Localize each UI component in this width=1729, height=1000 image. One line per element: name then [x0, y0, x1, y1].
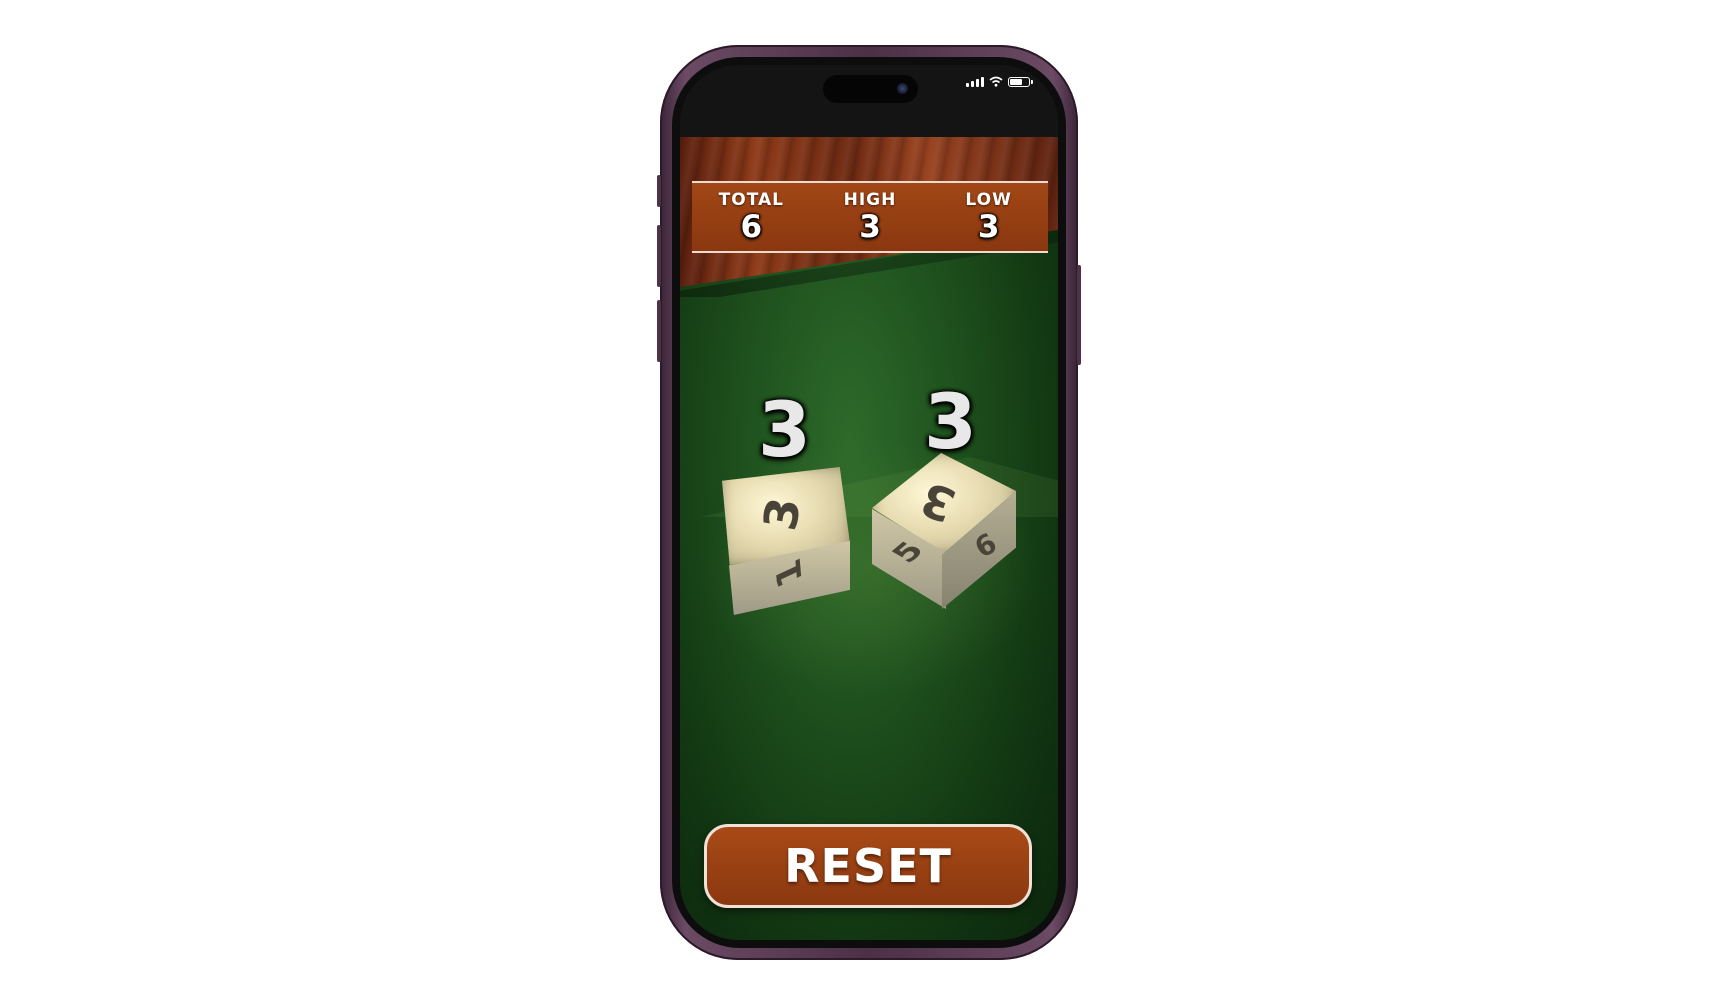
battery-fill	[1010, 78, 1022, 85]
scoreboard: TOTAL 6 HIGH 3 LOW 3	[692, 181, 1048, 253]
score-value: 6	[740, 209, 763, 245]
volume-down-button	[657, 300, 661, 362]
score-low: LOW 3	[930, 190, 1047, 244]
die-result-1: 3	[758, 385, 811, 474]
battery-icon	[1008, 76, 1033, 87]
score-value: 3	[977, 209, 1000, 245]
volume-up-button	[657, 225, 661, 287]
phone-frame: TOTAL 6 HIGH 3 LOW 3 3 3 1 3 3 5 6 RESET	[657, 45, 1081, 960]
power-button	[1077, 265, 1081, 365]
screen: TOTAL 6 HIGH 3 LOW 3 3 3 1 3 3 5 6 RESET	[680, 65, 1058, 940]
reset-button-label: RESET	[784, 839, 952, 893]
status-bar	[680, 65, 1058, 137]
dynamic-island	[823, 75, 918, 103]
stage: TOTAL 6 HIGH 3 LOW 3 3 3 1 3 3 5 6 RESET	[0, 0, 1729, 1000]
score-high: HIGH 3	[811, 190, 928, 244]
action-button	[657, 175, 661, 207]
status-icons	[966, 76, 1033, 87]
score-label: LOW	[965, 190, 1012, 210]
wifi-icon	[989, 76, 1003, 87]
score-value: 3	[859, 209, 881, 245]
die-2[interactable]: 3 5 6	[872, 453, 1016, 613]
camera-icon	[897, 83, 908, 94]
score-label: HIGH	[843, 190, 897, 210]
score-label: TOTAL	[718, 190, 784, 210]
game-area[interactable]: TOTAL 6 HIGH 3 LOW 3 3 3 1 3 3 5 6 RESET	[680, 137, 1058, 940]
signal-icon	[966, 76, 984, 87]
score-total: TOTAL 6	[693, 190, 810, 244]
die-1[interactable]: 3 1	[722, 467, 852, 617]
reset-button[interactable]: RESET	[704, 824, 1032, 908]
